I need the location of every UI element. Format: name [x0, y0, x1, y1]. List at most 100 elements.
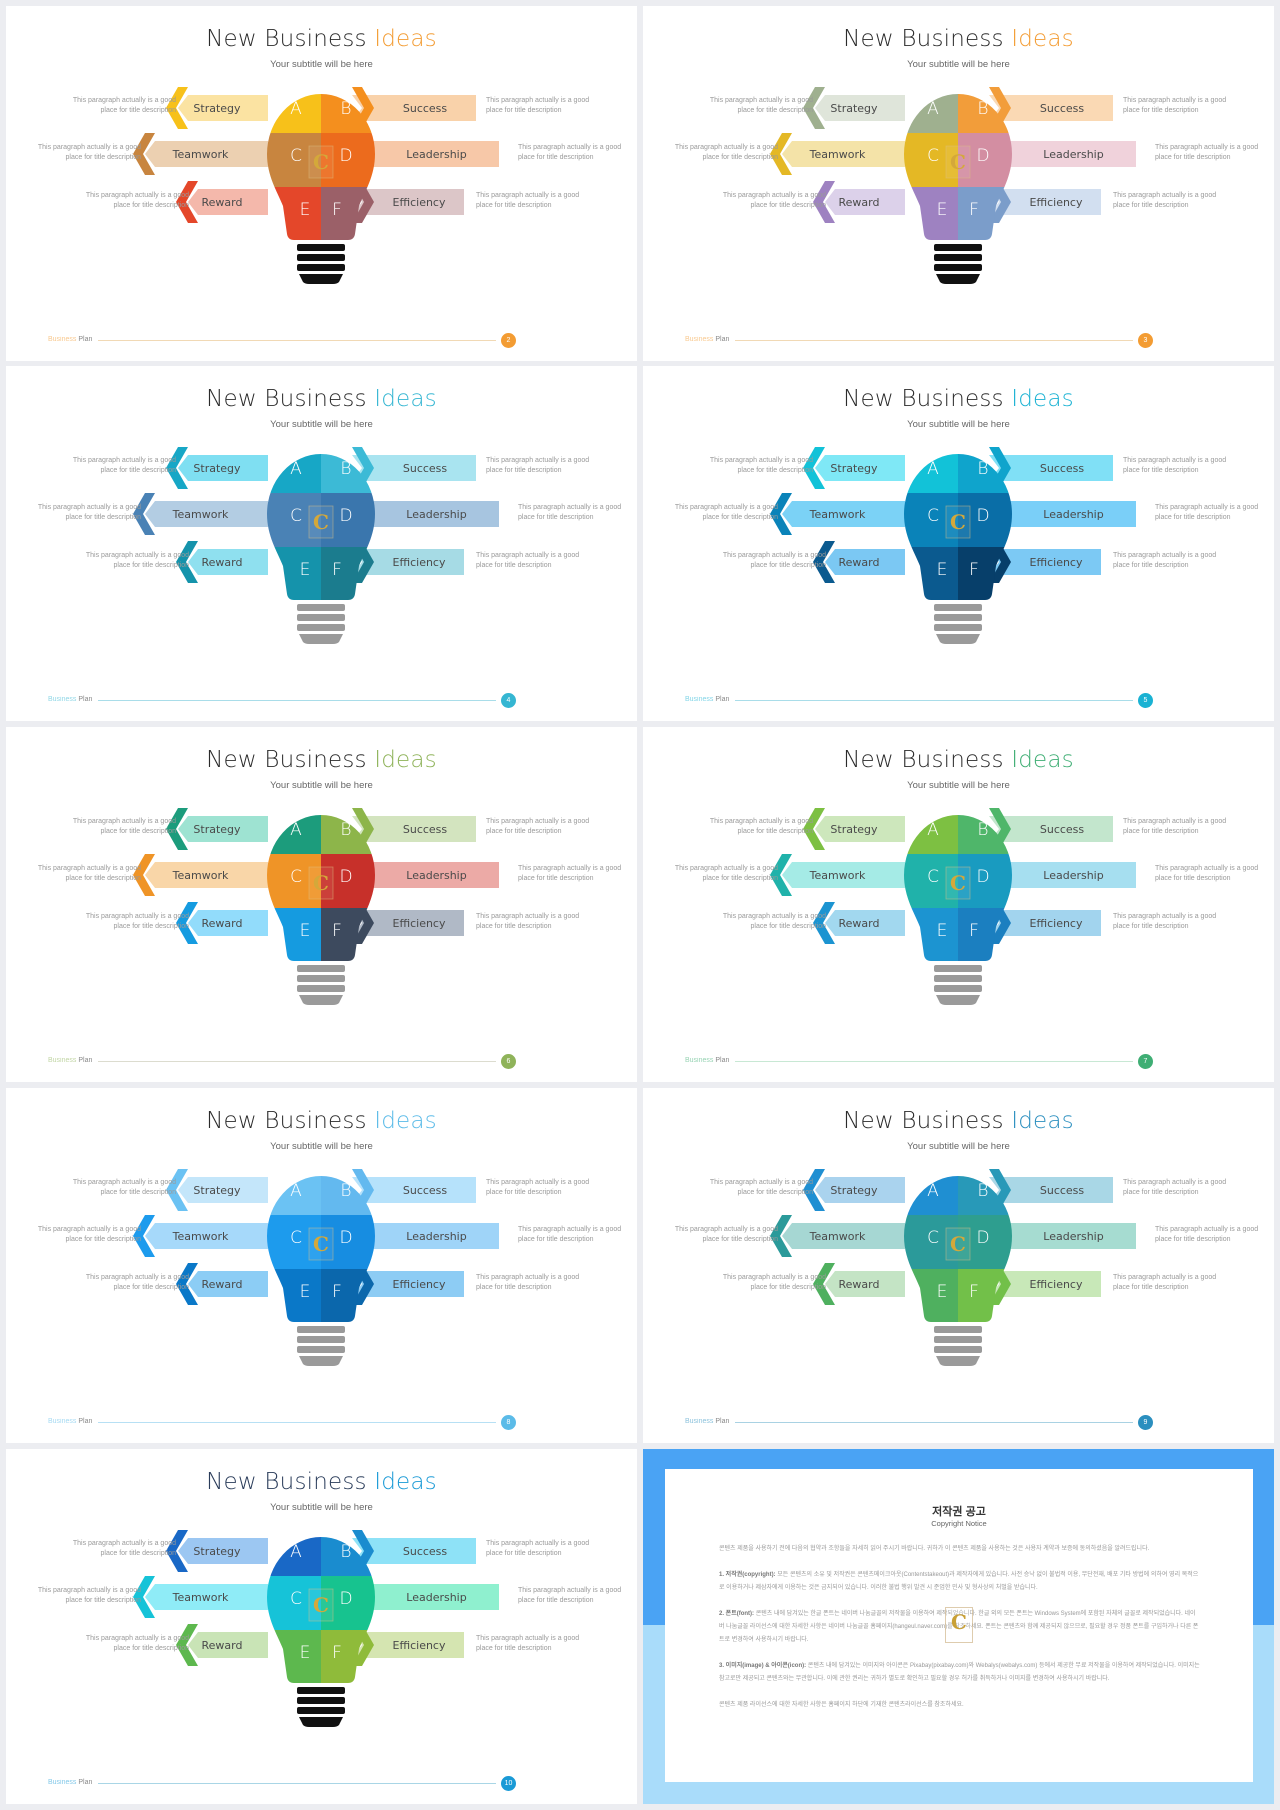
arrow-success: Success [352, 87, 476, 129]
arrow-success: Success [989, 1169, 1113, 1211]
lightbulb-diagram: Strategy Success Teamwork Leadership Reward E… [133, 808, 499, 1005]
item-description: This paragraph actually is a good place … [72, 97, 176, 115]
item-description: This paragraph actually is a good place … [37, 1587, 141, 1605]
item-description: This paragraph actually is a good place … [709, 818, 813, 836]
segment-letter: F [332, 560, 342, 580]
slide[interactable]: New Business Ideas Your subtitle will be … [643, 6, 1274, 361]
slide[interactable]: New Business Ideas Your subtitle will be … [6, 6, 637, 361]
slide[interactable]: New Business Ideas Your subtitle will be … [6, 1088, 637, 1443]
lightbulb-diagram: Strategy Success Teamwork Leadership Reward E… [133, 447, 499, 644]
segment-letter: C [290, 1228, 302, 1248]
arrow-label: Success [403, 1545, 448, 1558]
arrow-label: Reward [202, 917, 243, 930]
item-description: This paragraph actually is a good place … [85, 192, 189, 210]
item-description: This paragraph actually is a good place … [486, 97, 590, 115]
arrow-efficiency: Efficiency [352, 181, 464, 223]
bulb-base-icon [297, 965, 345, 1005]
segment-letter: C [927, 506, 939, 526]
item-description: This paragraph actually is a good place … [486, 818, 590, 836]
copyright-slide[interactable]: 저작권 공고 Copyright Notice 콘텐츠 제품을 사용하기 전에 … [643, 1449, 1274, 1804]
arrow-label: Success [1040, 823, 1085, 836]
segment-letter: E [300, 560, 311, 580]
arrow-label: Strategy [193, 1184, 241, 1197]
arrow-efficiency: Efficiency [352, 541, 464, 583]
copyright-subtitle: Copyright Notice [931, 1519, 987, 1528]
segment-letter: C [290, 867, 302, 887]
copyright-intro: 콘텐츠 제품을 사용하기 전에 다음의 협약과 조항들을 자세히 읽어 주시기 … [719, 1546, 1150, 1552]
bulb-base-icon [297, 1326, 345, 1366]
slide[interactable]: New Business Ideas Your subtitle will be … [643, 1088, 1274, 1443]
arrow-teamwork: Teamwork [133, 133, 268, 175]
segment-letter: F [332, 1282, 342, 1302]
arrow-label: Strategy [830, 102, 878, 115]
watermark-logo-icon: C [308, 866, 334, 900]
segment-letter: A [927, 99, 939, 119]
footer-label: Business Plan [48, 1418, 92, 1425]
segment-letter: E [300, 200, 311, 220]
segment-letter: A [290, 99, 302, 119]
footer-divider [735, 1422, 1133, 1423]
arrow-reward: Reward [813, 541, 905, 583]
lightbulb-diagram: Strategy Success Teamwork Leadership Reward E… [770, 447, 1136, 644]
item-description: This paragraph actually is a good place … [72, 1179, 176, 1197]
svg-text:C: C [950, 510, 966, 534]
footer-plan-text: Plan [715, 1057, 730, 1064]
arrow-label: Reward [839, 556, 880, 569]
item-description: This paragraph actually is a good place … [1113, 1274, 1217, 1292]
segment-letter: B [977, 459, 988, 479]
bulb-base-icon [297, 604, 345, 644]
arrow-teamwork: Teamwork [770, 854, 905, 896]
arrow-label: Reward [839, 1278, 880, 1291]
lightbulb-diagram: Strategy Success Teamwork Leadership Reward E… [133, 87, 499, 284]
footer-label: Business Plan [48, 1779, 92, 1786]
item-description: This paragraph actually is a good place … [85, 1635, 189, 1653]
segment-letter: E [937, 560, 948, 580]
bulb-segment-e [904, 908, 958, 961]
arrow-label: Reward [839, 196, 880, 209]
item-description: This paragraph actually is a good place … [1123, 97, 1227, 115]
slide[interactable]: New Business Ideas Your subtitle will be … [643, 366, 1274, 721]
footer-label: Business Plan [48, 696, 92, 703]
segment-letter: C [290, 506, 302, 526]
segment-letter: C [927, 1228, 939, 1248]
arrow-strategy: Strategy [803, 808, 905, 850]
bulb-base-icon [934, 604, 982, 644]
segment-letter: B [340, 1542, 351, 1562]
segment-letter: D [976, 146, 989, 166]
copyright-panel: 저작권 공고 Copyright Notice 콘텐츠 제품을 사용하기 전에 … [665, 1469, 1253, 1782]
segment-letter: B [340, 820, 351, 840]
segment-letter: D [339, 506, 352, 526]
arrow-label: Reward [202, 1278, 243, 1291]
arrow-label: Teamwork [172, 1230, 229, 1243]
slide[interactable]: New Business Ideas Your subtitle will be … [643, 727, 1274, 1082]
footer-business-text: Business [48, 1779, 79, 1786]
item-description: This paragraph actually is a good place … [476, 913, 580, 931]
footer-label: Business Plan [685, 1057, 729, 1064]
arrow-label: Strategy [830, 1184, 878, 1197]
arrow-label: Strategy [830, 823, 878, 836]
arrow-strategy: Strategy [803, 1169, 905, 1211]
bulb-segment-e [267, 1269, 321, 1322]
slide[interactable]: New Business Ideas Your subtitle will be … [6, 366, 637, 721]
watermark-logo-icon: C [945, 866, 971, 900]
slide[interactable]: New Business Ideas Your subtitle will be … [6, 1449, 637, 1804]
segment-letter: C [290, 146, 302, 166]
arrow-label: Reward [202, 196, 243, 209]
footer-plan-text: Plan [78, 336, 93, 343]
arrow-reward: Reward [176, 902, 268, 944]
footer-plan-text: Plan [78, 1057, 93, 1064]
arrow-strategy: Strategy [803, 87, 905, 129]
arrow-label: Teamwork [172, 1591, 229, 1604]
footer-divider [98, 1422, 496, 1423]
bulb-segment-e [267, 547, 321, 600]
segment-letter: B [977, 820, 988, 840]
item-description: This paragraph actually is a good place … [722, 552, 826, 570]
segment-letter: A [290, 459, 302, 479]
item-description: This paragraph actually is a good place … [709, 1179, 813, 1197]
footer-business-text: Business [685, 1418, 716, 1425]
copyright-outro: 콘텐츠 제품 라이선스에 대한 자세한 사항은 홈페이지 하단에 기재한 콘텐츠… [719, 1702, 964, 1708]
segment-letter: D [339, 1589, 352, 1609]
slide[interactable]: New Business Ideas Your subtitle will be … [6, 727, 637, 1082]
footer-label: Business Plan [48, 1057, 92, 1064]
arrow-label: Reward [202, 1639, 243, 1652]
